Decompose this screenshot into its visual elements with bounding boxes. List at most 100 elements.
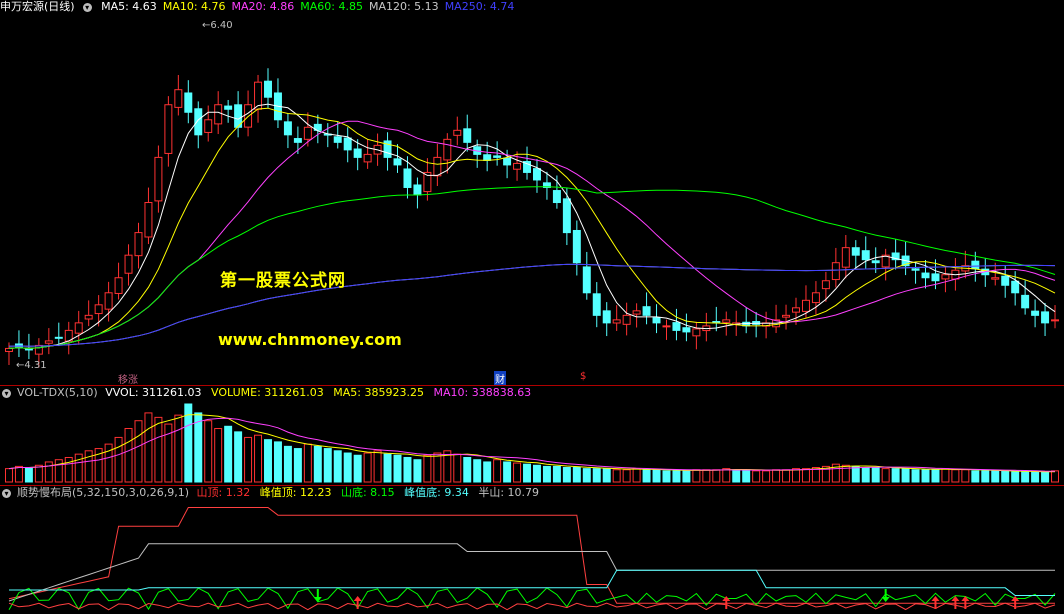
candle-body	[34, 344, 43, 355]
candle	[632, 303, 641, 328]
volume-bar	[881, 468, 890, 483]
arrow-down-icon	[313, 589, 322, 602]
candle-body	[652, 317, 661, 324]
volume-bar	[1001, 470, 1010, 483]
volume-bar	[861, 467, 870, 483]
candle	[453, 116, 462, 146]
volume-bar	[353, 454, 362, 483]
candle-body	[722, 319, 731, 323]
candle-body	[104, 292, 113, 310]
candle	[343, 127, 352, 163]
volume-bar	[323, 448, 332, 483]
candle	[572, 220, 581, 276]
volume-bar	[44, 461, 53, 483]
candle	[174, 75, 183, 116]
candle	[831, 247, 840, 288]
candle	[144, 187, 153, 245]
volume-bar	[971, 470, 980, 483]
event-marker-2[interactable]: 财	[494, 371, 506, 386]
candle-body	[403, 168, 412, 188]
candle-body	[264, 80, 272, 98]
candle-body	[433, 156, 442, 177]
volume-bar	[74, 453, 83, 483]
volume-bar	[293, 448, 302, 483]
candle	[224, 99, 233, 123]
candle-body	[333, 136, 342, 143]
candle-body	[592, 293, 601, 316]
candlestick-chart[interactable]	[0, 0, 1064, 384]
volume-bar	[1041, 471, 1050, 483]
arrow-up-icon	[722, 596, 731, 609]
candle	[582, 251, 591, 300]
candle-body	[941, 274, 950, 280]
candle	[851, 240, 860, 269]
candle-body	[562, 198, 571, 234]
volume-bar	[373, 450, 382, 483]
watermark-cn: 第一股票公式网	[220, 271, 346, 291]
volume-bar	[981, 470, 990, 483]
candle	[742, 307, 751, 334]
candle-body	[164, 104, 173, 154]
candle-body	[84, 314, 93, 320]
candle-body	[801, 299, 810, 312]
volume-panel[interactable]: ▾ VOL-TDX(5,10) VVOL: 311261.03 VOLUME: 3…	[0, 386, 1064, 484]
event-marker-1[interactable]: 移涨	[118, 371, 138, 386]
volume-bar	[303, 443, 312, 483]
candle	[652, 304, 661, 334]
candle-body	[443, 138, 452, 161]
volume-bar	[552, 465, 561, 483]
candle	[164, 96, 173, 167]
candle-body	[174, 89, 183, 108]
signal-arrow-down	[313, 589, 322, 602]
candle	[921, 260, 930, 289]
volume-bar	[64, 456, 73, 483]
candle-body	[1041, 311, 1050, 324]
candle	[323, 123, 332, 148]
volume-bar	[602, 468, 611, 483]
volume-bar	[871, 467, 880, 483]
volume-bar	[204, 420, 213, 483]
candle	[612, 305, 621, 331]
volume-bar	[1011, 471, 1020, 483]
candle-body	[582, 266, 591, 294]
volume-bar	[672, 470, 681, 483]
candle-body	[552, 190, 561, 204]
volume-bar	[433, 452, 442, 483]
candle	[383, 132, 392, 171]
candle	[1001, 265, 1010, 298]
candle	[413, 177, 422, 209]
candle	[592, 282, 601, 328]
volume-bar	[343, 452, 352, 483]
price-panel[interactable]: 申万宏源(日线) ▾ MA5: 4.63 MA10: 4.76 MA20: 4.86 M…	[0, 0, 1064, 386]
candle	[184, 80, 193, 124]
candle-body	[831, 262, 840, 281]
candle	[1031, 299, 1040, 328]
candle	[672, 308, 681, 341]
volume-bar	[333, 450, 342, 483]
candle-body	[602, 310, 611, 324]
candle-body	[931, 273, 940, 282]
volume-bar	[652, 469, 661, 483]
candle-body	[871, 260, 880, 264]
volume-bar	[801, 468, 810, 483]
indicator-chart[interactable]	[0, 486, 1064, 614]
volume-bar	[991, 470, 1000, 483]
event-marker-3[interactable]: $	[580, 371, 586, 382]
candle-body	[971, 260, 980, 270]
volume-bar	[423, 454, 432, 483]
candle-body	[453, 129, 462, 136]
candle-body	[821, 280, 830, 290]
volume-bar	[772, 469, 781, 483]
volume-chart[interactable]	[0, 386, 1064, 484]
candle	[881, 248, 890, 281]
volume-bar	[712, 469, 721, 483]
indicator-panel[interactable]: ▾ 顺势慢布局(5,32,150,3,0,26,9,1) 山顶: 1.32 峰值顶…	[0, 486, 1064, 614]
candle	[273, 78, 282, 128]
volume-bar	[911, 469, 920, 483]
candle-body	[1011, 280, 1020, 294]
volume-bar	[24, 467, 33, 483]
candle-body	[513, 162, 522, 170]
volume-bar	[732, 469, 741, 483]
candle	[14, 330, 23, 358]
candle	[901, 241, 910, 276]
